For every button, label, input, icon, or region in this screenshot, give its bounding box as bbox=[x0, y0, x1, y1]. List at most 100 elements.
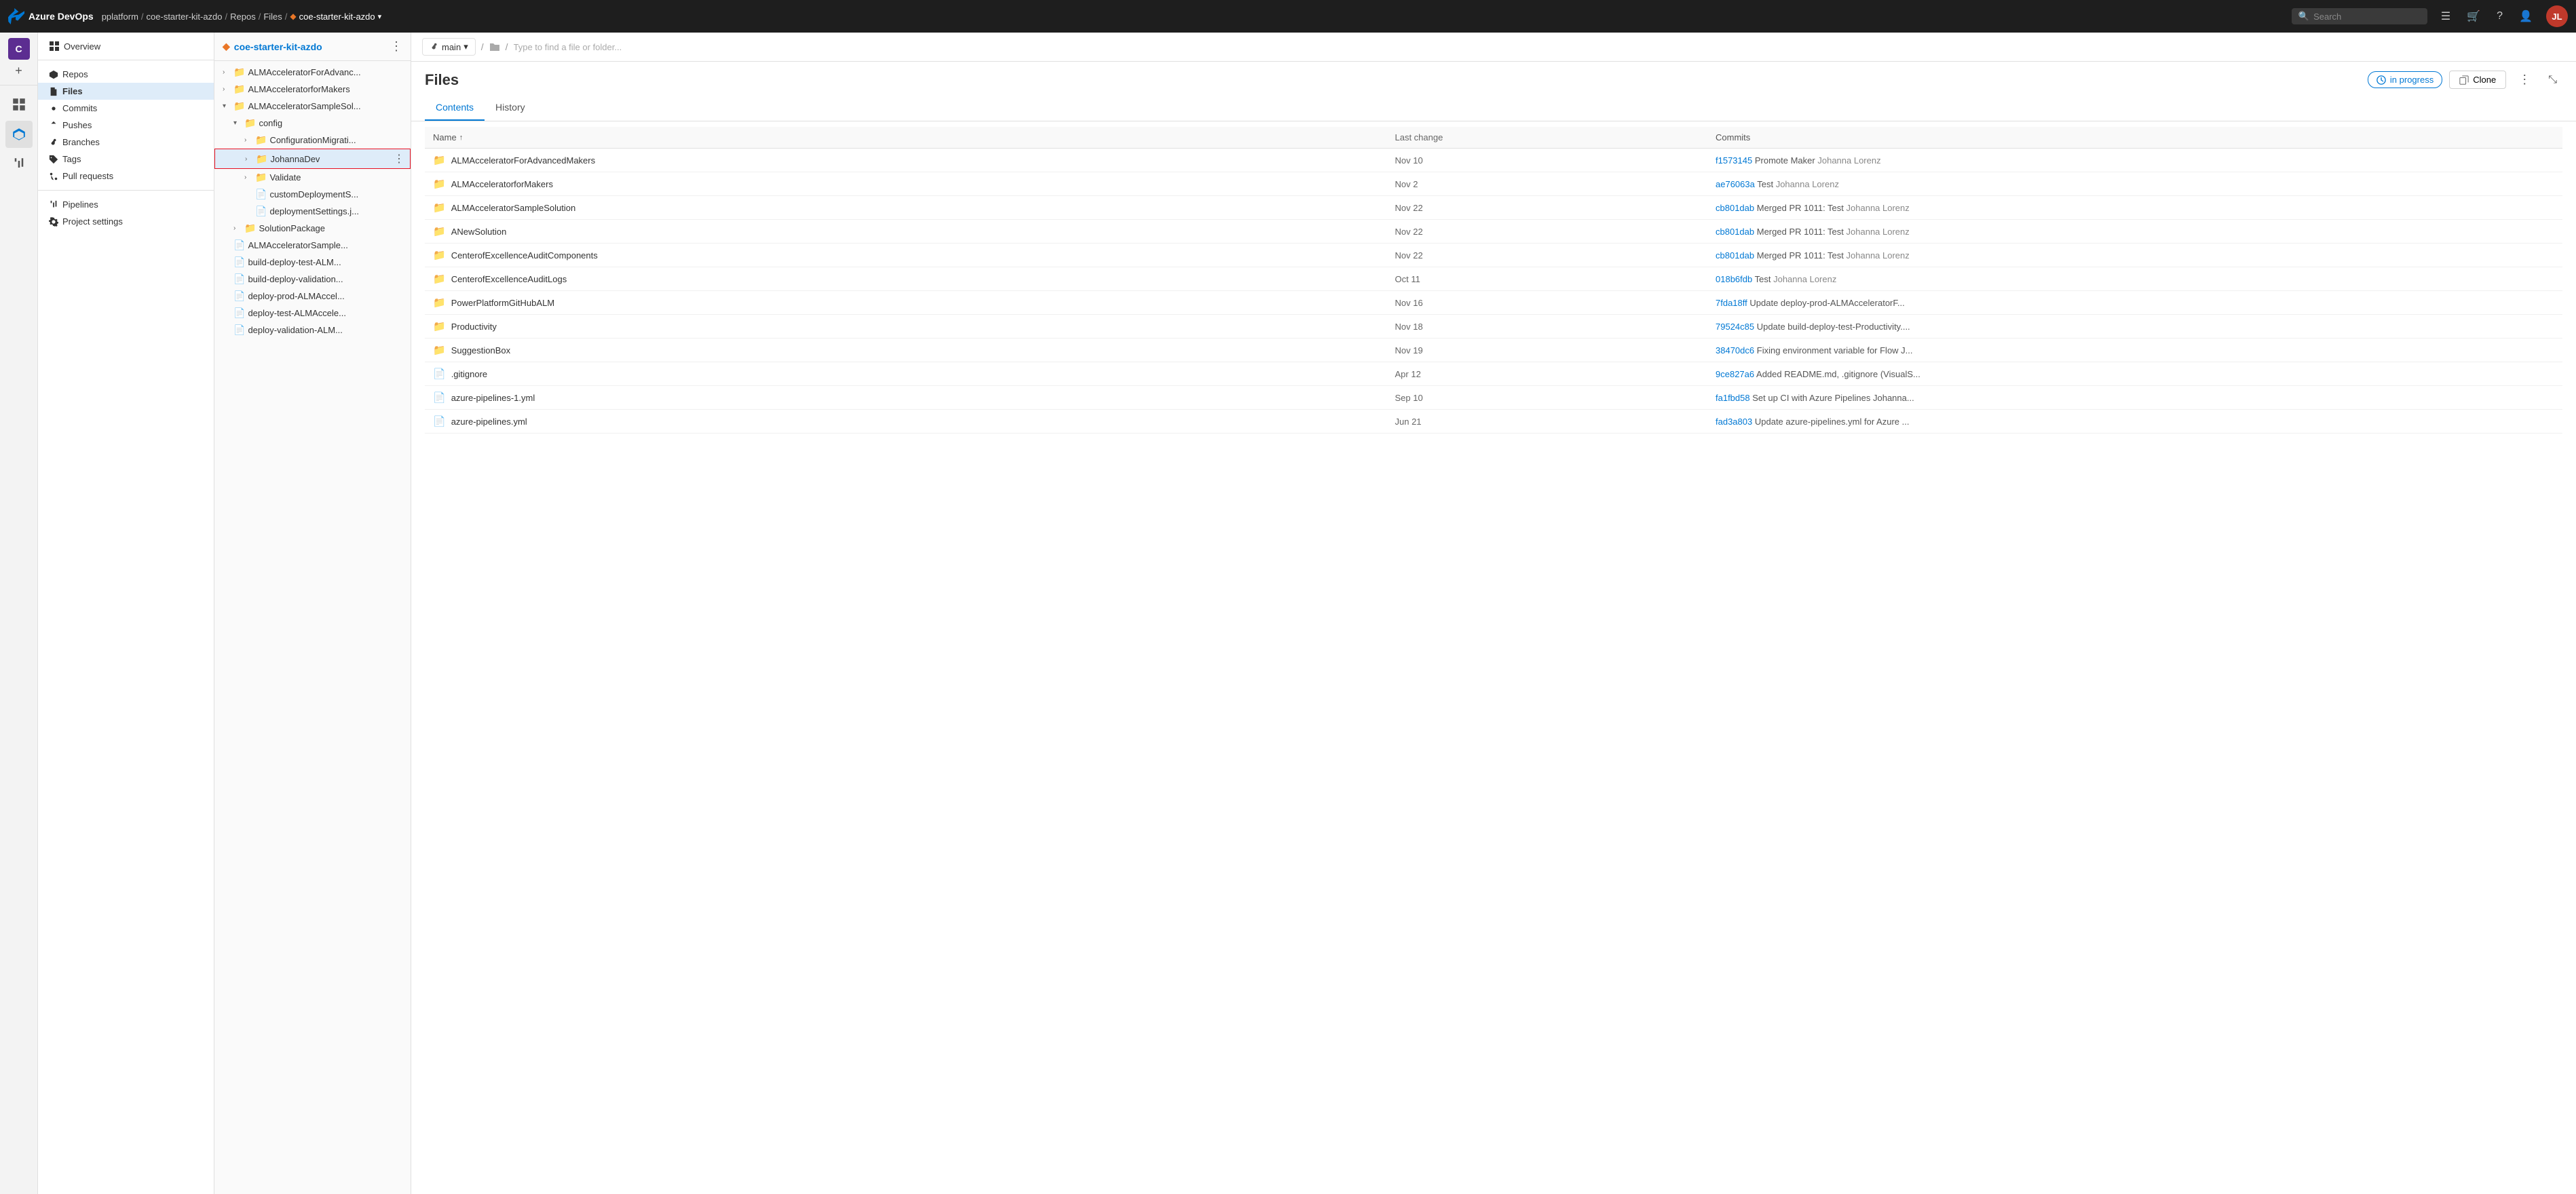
table-row[interactable]: 📁 CenterofExcellenceAuditComponents Nov … bbox=[425, 244, 2562, 267]
table-row[interactable]: 📁 SuggestionBox Nov 19 38470dc6 Fixing e… bbox=[425, 339, 2562, 362]
search-box[interactable]: 🔍 bbox=[2292, 8, 2427, 24]
table-row[interactable]: 📁 Productivity Nov 18 79524c85 Update bu… bbox=[425, 315, 2562, 339]
tags-nav-item[interactable]: Tags bbox=[38, 151, 214, 168]
expand-button[interactable]: ⤡ bbox=[2543, 71, 2562, 89]
table-row[interactable]: 📁 PowerPlatformGitHubALM Nov 16 7fda18ff… bbox=[425, 291, 2562, 315]
tree-item-johannadev[interactable]: › 📁 JohannaDev ⋮ bbox=[214, 149, 411, 169]
commit-hash-link[interactable]: fad3a803 bbox=[1716, 417, 1752, 427]
tree-item-deploy-val[interactable]: 📄 deploy-validation-ALM... bbox=[214, 322, 411, 339]
breadcrumb-files[interactable]: Files bbox=[263, 12, 282, 22]
tree-item-deploy-prod[interactable]: 📄 deploy-prod-ALMAccel... bbox=[214, 288, 411, 305]
table-row[interactable]: 📁 ALMAcceleratorForAdvancedMakers Nov 10… bbox=[425, 149, 2562, 172]
file-tree-sidebar: ◆ coe-starter-kit-azdo ⋮ › 📁 ALMAccelera… bbox=[214, 33, 411, 1194]
commit-hash-link[interactable]: f1573145 bbox=[1716, 155, 1752, 166]
file-row-icon: 📄 bbox=[433, 415, 446, 427]
file-name-cell[interactable]: 📁 ALMAcceleratorforMakers bbox=[425, 172, 1387, 196]
path-input[interactable] bbox=[514, 42, 2566, 52]
user-avatar[interactable]: JL bbox=[2546, 5, 2568, 27]
help-icon[interactable]: ? bbox=[2494, 7, 2505, 25]
tree-item-solution-pkg[interactable]: › 📁 SolutionPackage bbox=[214, 220, 411, 237]
table-row[interactable]: 📄 azure-pipelines-1.yml Sep 10 fa1fbd58 … bbox=[425, 386, 2562, 410]
commit-hash-link[interactable]: 7fda18ff bbox=[1716, 298, 1747, 308]
commit-hash-link[interactable]: cb801dab bbox=[1716, 250, 1754, 261]
file-name-cell[interactable]: 📁 ANewSolution bbox=[425, 220, 1387, 244]
commits-cell: 7fda18ff Update deploy-prod-ALMAccelerat… bbox=[1707, 291, 2562, 315]
pushes-nav-item[interactable]: Pushes bbox=[38, 117, 214, 134]
table-row[interactable]: 📁 ANewSolution Nov 22 cb801dab Merged PR… bbox=[425, 220, 2562, 244]
tree-item-alm-makers[interactable]: › 📁 ALMAcceleratorforMakers bbox=[214, 81, 411, 98]
settings-icon[interactable]: ☰ bbox=[2438, 7, 2453, 26]
tree-item-validate[interactable]: › 📁 Validate bbox=[214, 169, 411, 186]
pull-requests-nav-item[interactable]: Pull requests bbox=[38, 168, 214, 185]
commit-hash-link[interactable]: cb801dab bbox=[1716, 203, 1754, 213]
profile-icon[interactable]: 👤 bbox=[2516, 7, 2535, 26]
last-change-cell: Nov 16 bbox=[1387, 291, 1708, 315]
tree-item-config[interactable]: ▾ 📁 config bbox=[214, 115, 411, 132]
file-name-cell[interactable]: 📁 PowerPlatformGitHubALM bbox=[425, 291, 1387, 315]
name-column-header[interactable]: Name ↑ bbox=[425, 127, 1387, 149]
tree-item-config-migr[interactable]: › 📁 ConfigurationMigrati... bbox=[214, 132, 411, 149]
tree-item-build-deploy-test[interactable]: 📄 build-deploy-test-ALM... bbox=[214, 254, 411, 271]
project-avatar[interactable]: C bbox=[8, 38, 30, 60]
commit-hash-link[interactable]: fa1fbd58 bbox=[1716, 393, 1750, 403]
file-name-cell[interactable]: 📄 azure-pipelines-1.yml bbox=[425, 386, 1387, 410]
repos-sidebar-icon[interactable] bbox=[5, 121, 33, 148]
tree-item-alm-sample-file[interactable]: 📄 ALMAcceleratorSample... bbox=[214, 237, 411, 254]
table-row[interactable]: 📄 .gitignore Apr 12 9ce827a6 Added READM… bbox=[425, 362, 2562, 386]
commits-nav-item[interactable]: Commits bbox=[38, 100, 214, 117]
tree-item-deploy-settings[interactable]: 📄 deploymentSettings.j... bbox=[214, 203, 411, 220]
table-row[interactable]: 📄 azure-pipelines.yml Jun 21 fad3a803 Up… bbox=[425, 410, 2562, 434]
more-options-button[interactable]: ⋮ bbox=[2513, 70, 2536, 90]
branches-nav-item[interactable]: Branches bbox=[38, 134, 214, 151]
tree-item-build-deploy-val[interactable]: 📄 build-deploy-validation... bbox=[214, 271, 411, 288]
commit-hash-link[interactable]: 38470dc6 bbox=[1716, 345, 1754, 355]
last-change-cell: Jun 21 bbox=[1387, 410, 1708, 434]
tree-item-alm-sample[interactable]: ▾ 📁 ALMAcceleratorSampleSol... bbox=[214, 98, 411, 115]
file-row-icon: 📄 bbox=[433, 391, 446, 404]
file-name-cell[interactable]: 📁 CenterofExcellenceAuditComponents bbox=[425, 244, 1387, 267]
basket-icon[interactable]: 🛒 bbox=[2464, 7, 2483, 26]
overview-sidebar-icon[interactable] bbox=[5, 91, 33, 118]
tree-item-more[interactable]: ⋮ bbox=[394, 152, 404, 166]
file-name-cell[interactable]: 📁 SuggestionBox bbox=[425, 339, 1387, 362]
files-nav-item[interactable]: Files bbox=[38, 83, 214, 100]
file-name-cell[interactable]: 📁 ALMAcceleratorForAdvancedMakers bbox=[425, 149, 1387, 172]
project-settings-item[interactable]: Project settings bbox=[38, 213, 214, 230]
tree-item-alm-advanc[interactable]: › 📁 ALMAcceleratorForAdvanc... bbox=[214, 64, 411, 81]
branch-selector[interactable]: main ▾ bbox=[422, 38, 476, 56]
pipelines-nav-item[interactable]: Pipelines bbox=[38, 196, 214, 213]
tree-item-name: deploymentSettings.j... bbox=[269, 206, 405, 216]
tab-history[interactable]: History bbox=[485, 95, 536, 121]
commit-hash-link[interactable]: ae76063a bbox=[1716, 179, 1755, 189]
file-name-cell[interactable]: 📁 CenterofExcellenceAuditLogs bbox=[425, 267, 1387, 291]
file-name-cell[interactable]: 📁 ALMAcceleratorSampleSolution bbox=[425, 196, 1387, 220]
last-change-column-header[interactable]: Last change bbox=[1387, 127, 1708, 149]
file-tree-repo-title: ◆ coe-starter-kit-azdo bbox=[223, 41, 322, 52]
commit-hash-link[interactable]: 018b6fdb bbox=[1716, 274, 1752, 284]
breadcrumb-repos[interactable]: Repos bbox=[230, 12, 256, 22]
in-progress-badge[interactable]: in progress bbox=[2368, 71, 2442, 88]
search-input[interactable] bbox=[2313, 12, 2421, 22]
tree-item-deploy-test[interactable]: 📄 deploy-test-ALMAccele... bbox=[214, 305, 411, 322]
repos-nav-item[interactable]: Repos bbox=[38, 66, 214, 83]
commit-hash-link[interactable]: 79524c85 bbox=[1716, 322, 1754, 332]
file-name-cell[interactable]: 📄 .gitignore bbox=[425, 362, 1387, 386]
file-tree-more-button[interactable]: ⋮ bbox=[390, 39, 402, 54]
app-logo[interactable]: Azure DevOps bbox=[8, 8, 94, 24]
file-name-cell[interactable]: 📄 azure-pipelines.yml bbox=[425, 410, 1387, 434]
breadcrumb-current[interactable]: ◆ coe-starter-kit-azdo ▾ bbox=[290, 12, 381, 22]
breadcrumb-repo[interactable]: coe-starter-kit-azdo bbox=[147, 12, 223, 22]
commit-hash-link[interactable]: cb801dab bbox=[1716, 227, 1754, 237]
overview-link[interactable]: Overview bbox=[49, 41, 100, 52]
clone-button[interactable]: Clone bbox=[2449, 71, 2506, 89]
table-row[interactable]: 📁 ALMAcceleratorforMakers Nov 2 ae76063a… bbox=[425, 172, 2562, 196]
pipelines-sidebar-icon[interactable] bbox=[5, 151, 33, 178]
add-project-button[interactable]: + bbox=[11, 62, 26, 79]
tree-item-custom-deploy[interactable]: 📄 customDeploymentS... bbox=[214, 186, 411, 203]
table-row[interactable]: 📁 ALMAcceleratorSampleSolution Nov 22 cb… bbox=[425, 196, 2562, 220]
file-name-cell[interactable]: 📁 Productivity bbox=[425, 315, 1387, 339]
commit-hash-link[interactable]: 9ce827a6 bbox=[1716, 369, 1754, 379]
breadcrumb-pplatform[interactable]: pplatform bbox=[102, 12, 138, 22]
tab-contents[interactable]: Contents bbox=[425, 95, 485, 121]
table-row[interactable]: 📁 CenterofExcellenceAuditLogs Oct 11 018… bbox=[425, 267, 2562, 291]
